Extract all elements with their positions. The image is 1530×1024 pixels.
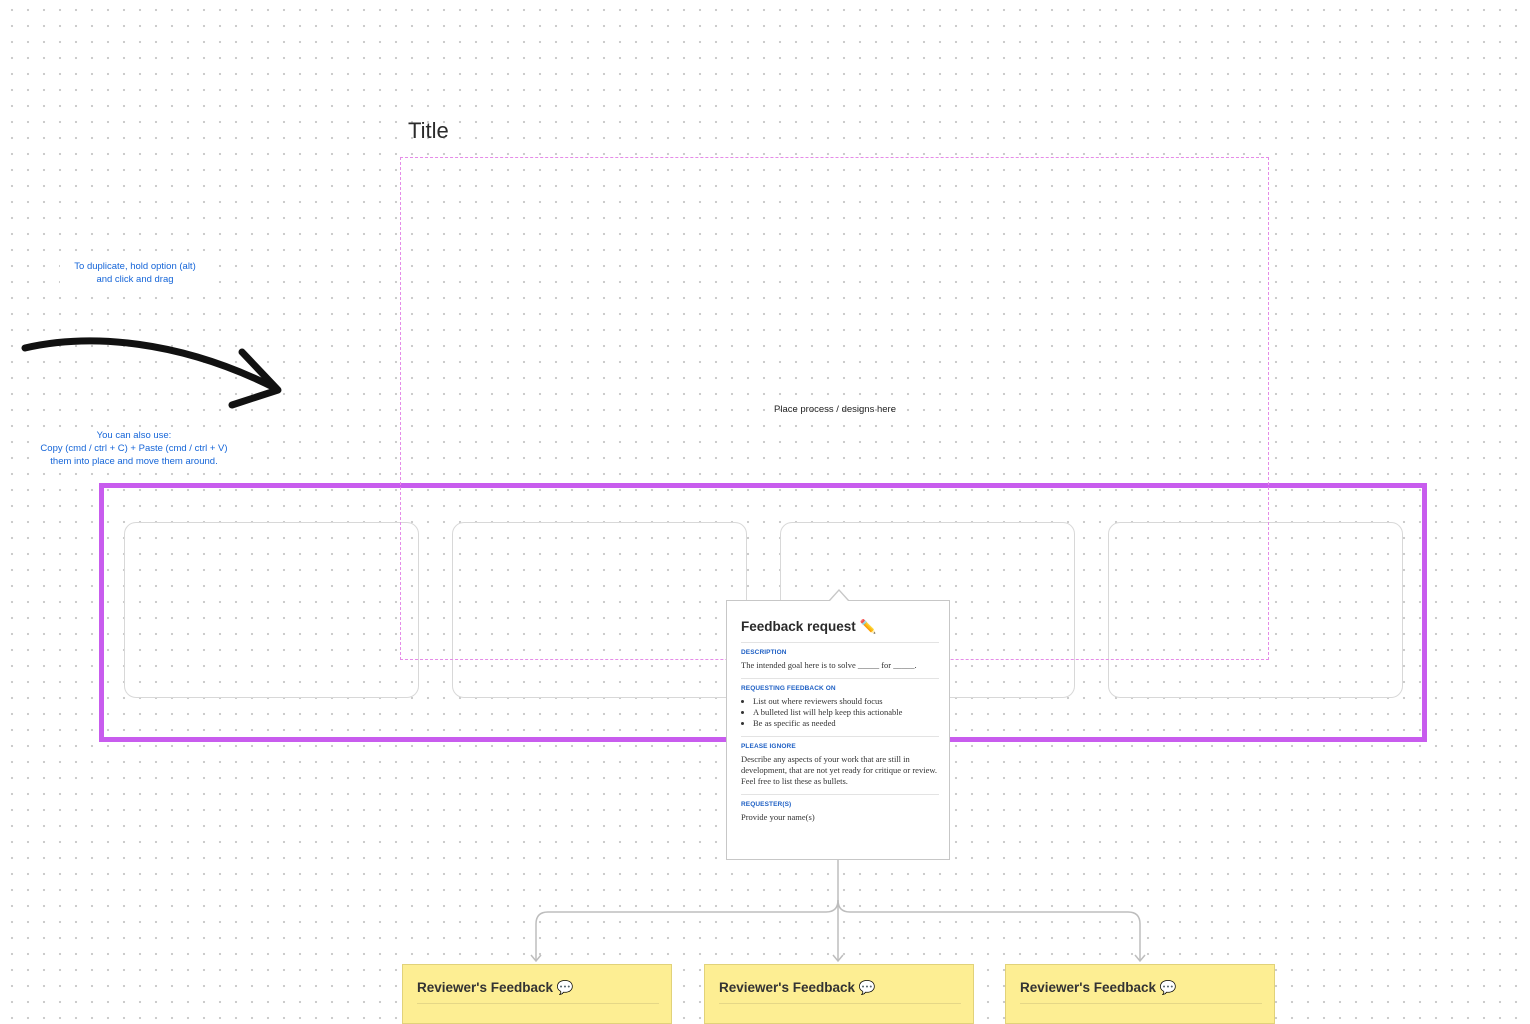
- process-slot[interactable]: [124, 522, 419, 698]
- description-label: DESCRIPTION: [741, 649, 787, 656]
- divider: [741, 736, 939, 737]
- reviewer-feedback-title: Reviewer's Feedback 💬: [719, 980, 961, 1004]
- requesters-label: REQUESTER(S): [741, 801, 792, 808]
- feedback-request-title: Feedback request ✏️: [741, 619, 939, 643]
- copy-paste-hint: You can also use: Copy (cmd / ctrl + C) …: [30, 429, 238, 468]
- reviewer-feedback-title: Reviewer's Feedback 💬: [417, 980, 659, 1004]
- duplicate-hint: To duplicate, hold option (alt) and clic…: [60, 260, 210, 286]
- reviewer-feedback-card[interactable]: Reviewer's Feedback 💬: [704, 964, 974, 1024]
- divider: [741, 794, 939, 795]
- board-title[interactable]: Title: [408, 118, 449, 144]
- reviewer-feedback-card[interactable]: Reviewer's Feedback 💬: [402, 964, 672, 1024]
- requesting-feedback-label: REQUESTING FEEDBACK ON: [741, 685, 836, 692]
- feedback-request-card[interactable]: Feedback request ✏️ DESCRIPTION The inte…: [726, 600, 950, 860]
- list-item: List out where reviewers should focus: [753, 696, 939, 707]
- duplicate-hint-line2: and click and drag: [96, 274, 174, 285]
- copy-hint-line1: You can also use:: [96, 430, 172, 441]
- please-ignore-label: PLEASE IGNORE: [741, 743, 796, 750]
- divider: [741, 678, 939, 679]
- duplicate-hint-line1: To duplicate, hold option (alt): [74, 261, 196, 272]
- requesting-feedback-list[interactable]: List out where reviewers should focus A …: [741, 696, 939, 729]
- connector-lines: [530, 860, 1146, 963]
- copy-hint-line3: them into place and move them around.: [50, 456, 218, 467]
- curved-arrow-icon[interactable]: [20, 330, 290, 420]
- description-text[interactable]: The intended goal here is to solve _____…: [741, 660, 939, 671]
- copy-hint-line2: Copy (cmd / ctrl + C) + Paste (cmd / ctr…: [40, 443, 228, 454]
- list-item: Be as specific as needed: [753, 718, 939, 729]
- list-item: A bulleted list will help keep this acti…: [753, 707, 939, 718]
- please-ignore-text[interactable]: Describe any aspects of your work that a…: [741, 754, 939, 787]
- reviewer-feedback-card[interactable]: Reviewer's Feedback 💬: [1005, 964, 1275, 1024]
- reviewer-feedback-title: Reviewer's Feedback 💬: [1020, 980, 1262, 1004]
- design-area-label: Place process / designs here: [774, 404, 896, 415]
- requesters-text[interactable]: Provide your name(s): [741, 812, 939, 823]
- card-pointer-inner: [830, 591, 848, 601]
